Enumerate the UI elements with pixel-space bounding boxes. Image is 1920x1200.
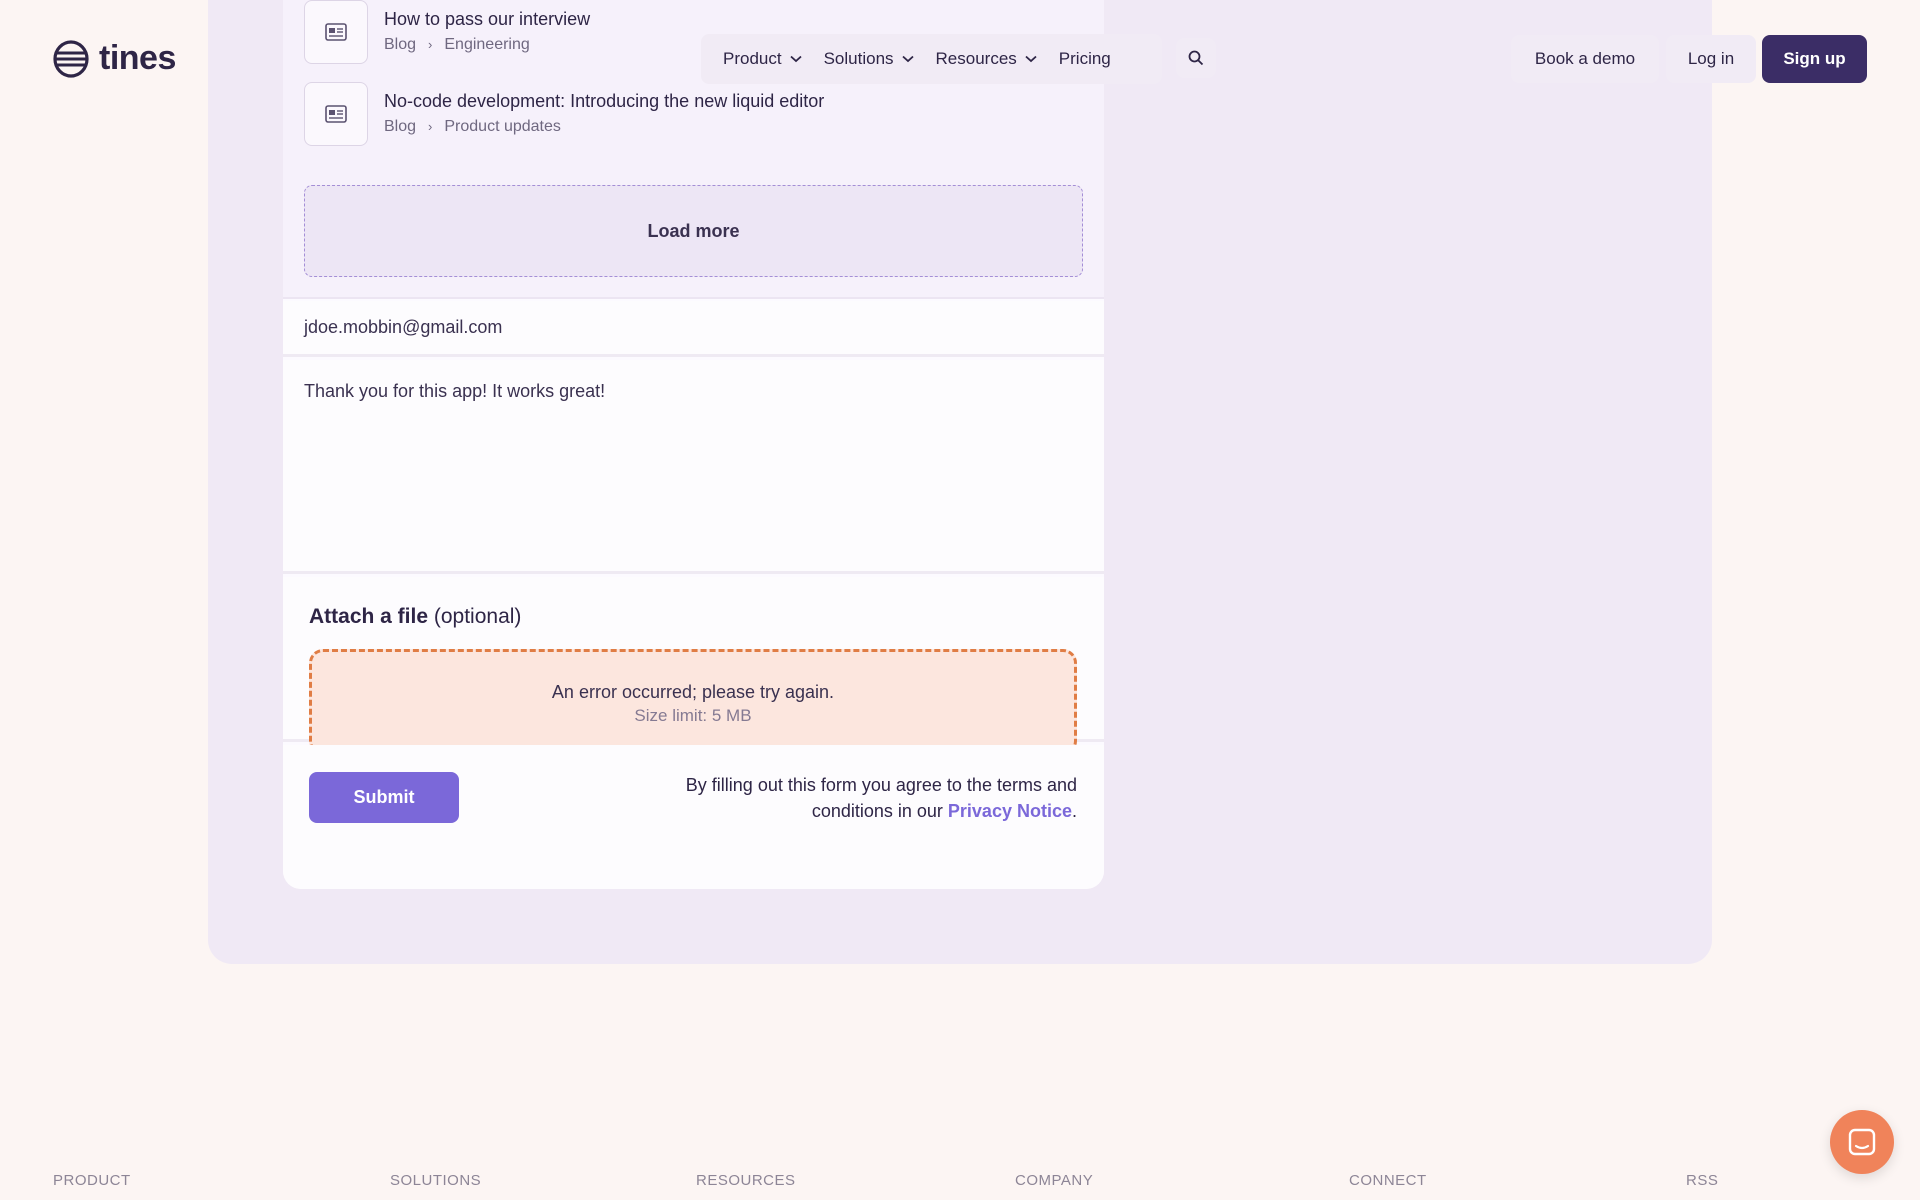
chevron-down-icon xyxy=(1025,55,1037,63)
breadcrumb-item[interactable]: Blog xyxy=(384,118,416,135)
chat-launcher-button[interactable] xyxy=(1830,1110,1894,1174)
result-title[interactable]: No-code development: Introducing the new… xyxy=(384,89,824,113)
breadcrumb-item[interactable]: Product updates xyxy=(444,118,561,135)
signup-button[interactable]: Sign up xyxy=(1762,35,1867,83)
tines-logo-icon xyxy=(53,39,89,78)
nav-item-pricing[interactable]: Pricing xyxy=(1059,49,1111,69)
attach-label: Attach a file xyxy=(309,605,429,628)
footer-heading-company: COMPANY xyxy=(1015,1172,1094,1189)
brand-name: tines xyxy=(99,39,176,77)
article-icon xyxy=(304,82,368,146)
breadcrumb-separator: › xyxy=(428,119,433,134)
form-footer: Submit By filling out this form you agre… xyxy=(283,745,1104,889)
breadcrumb: Blog › Product updates xyxy=(384,115,824,139)
contact-form-card: How to pass our interview Blog › Engineeri… xyxy=(283,0,1104,889)
search-button[interactable] xyxy=(1176,38,1216,78)
login-button[interactable]: Log in xyxy=(1666,35,1756,83)
attach-optional: (optional) xyxy=(428,605,522,628)
submit-button[interactable]: Submit xyxy=(309,772,459,823)
breadcrumb-item[interactable]: Blog xyxy=(384,36,416,53)
book-demo-button[interactable]: Book a demo xyxy=(1511,35,1659,83)
article-icon xyxy=(304,0,368,64)
footer-heading-product: PRODUCT xyxy=(53,1172,131,1189)
chat-icon xyxy=(1848,1128,1876,1156)
chevron-down-icon xyxy=(789,55,802,63)
nav-label: Solutions xyxy=(823,49,894,68)
terms-text: By filling out this form you agree to th… xyxy=(657,772,1077,824)
size-limit-text: Size limit: 5 MB xyxy=(634,706,752,725)
nav-item-solutions[interactable]: Solutions xyxy=(824,49,914,69)
logo[interactable]: tines xyxy=(53,39,176,78)
footer-heading-resources: RESOURCES xyxy=(696,1172,796,1189)
attach-file-section: Attach a file (optional) An error occurr… xyxy=(283,577,1104,755)
privacy-notice-link[interactable]: Privacy Notice xyxy=(948,801,1072,821)
load-more-button[interactable]: Load more xyxy=(304,185,1083,277)
attach-file-heading: Attach a file (optional) xyxy=(309,605,521,629)
footer-heading-rss: RSS xyxy=(1686,1172,1719,1189)
upload-error-message: An error occurred; please try again. xyxy=(551,682,835,702)
result-title[interactable]: How to pass our interview xyxy=(384,7,590,31)
breadcrumb: Blog › Engineering xyxy=(384,33,590,57)
search-icon xyxy=(1188,50,1204,66)
message-textarea[interactable]: Thank you for this app! It works great! xyxy=(283,360,1104,574)
nav-label: Resources xyxy=(935,49,1017,68)
file-dropzone[interactable]: An error occurred; please try again. Siz… xyxy=(309,649,1077,755)
footer-heading-connect: CONNECT xyxy=(1349,1172,1427,1189)
chevron-down-icon xyxy=(901,55,914,63)
nav-label: Product xyxy=(723,49,782,68)
email-field[interactable]: jdoe.mobbin@gmail.com xyxy=(283,301,1104,357)
main-nav: Product Solutions Resources Pricing xyxy=(701,34,1162,84)
list-item[interactable]: No-code development: Introducing the new… xyxy=(304,82,1084,146)
breadcrumb-item[interactable]: Engineering xyxy=(444,36,529,53)
nav-label: Pricing xyxy=(1058,49,1111,68)
footer-heading-solutions: SOLUTIONS xyxy=(390,1172,482,1189)
nav-item-product[interactable]: Product xyxy=(723,49,802,69)
breadcrumb-separator: › xyxy=(428,37,433,52)
nav-item-resources[interactable]: Resources xyxy=(936,49,1037,69)
terms-suffix: . xyxy=(1071,801,1077,821)
